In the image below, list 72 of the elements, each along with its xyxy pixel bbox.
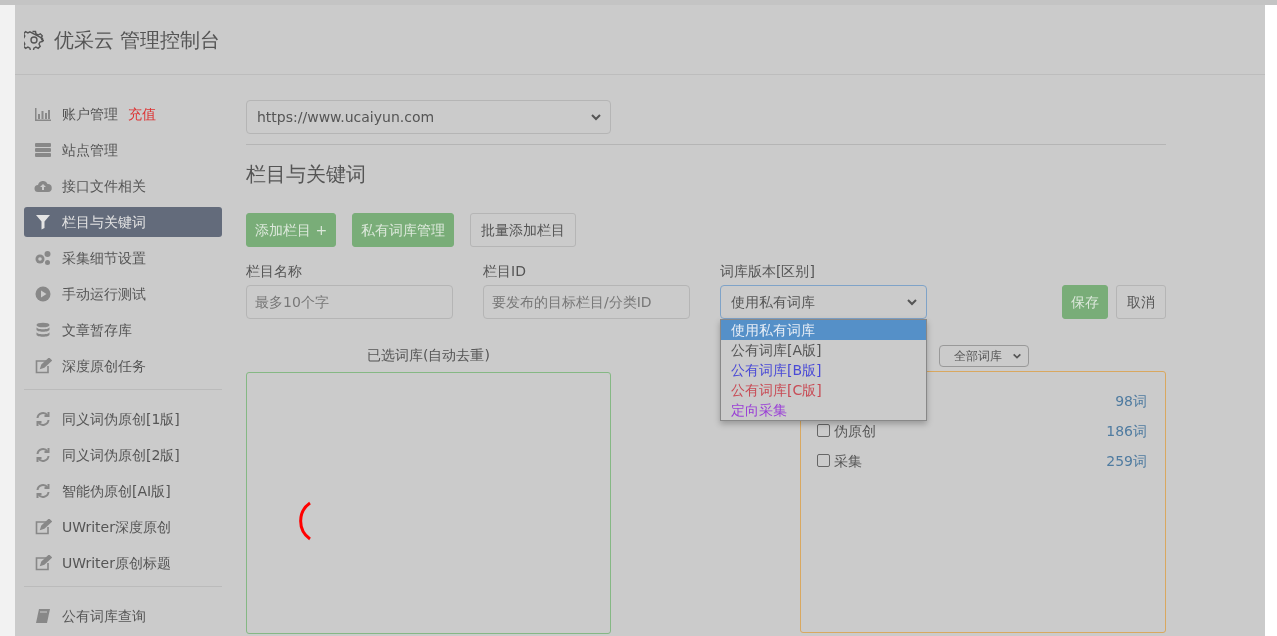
caret-icon bbox=[906, 296, 918, 308]
sidebar-label: 同义词伪原创[1版] bbox=[62, 409, 180, 429]
panel-title: 已选词库(自动去重) bbox=[366, 346, 491, 365]
refresh-icon bbox=[34, 411, 52, 427]
sidebar-item[interactable]: 深度原创任务 bbox=[24, 351, 222, 381]
refresh-icon bbox=[34, 447, 52, 463]
sidebar-item[interactable]: 同义词伪原创[1版] bbox=[24, 404, 222, 434]
toolbar-button[interactable]: 批量添加栏目 bbox=[470, 213, 577, 247]
recharge-link[interactable]: 充值 bbox=[128, 103, 156, 125]
sidebar-item[interactable]: 站点管理 bbox=[24, 135, 222, 165]
sidebar-label: 同义词伪原创[2版] bbox=[62, 445, 180, 465]
id-input[interactable]: 要发布的目标栏目/分类ID bbox=[483, 285, 690, 319]
sidebar-item[interactable]: UWriter深度原创 bbox=[24, 512, 222, 542]
sidebar-label: 公有词库查询 bbox=[62, 606, 146, 626]
word-count[interactable]: 98词 bbox=[1115, 390, 1147, 412]
book-icon bbox=[34, 608, 52, 624]
checkbox[interactable] bbox=[817, 423, 830, 437]
field-label: 栏目名称 bbox=[246, 262, 303, 281]
sidebar-item[interactable]: 文章暂存库 bbox=[24, 315, 222, 345]
dropdown-option[interactable]: 公有词库[A版] bbox=[721, 340, 926, 360]
settings-icon[interactable] bbox=[24, 29, 44, 50]
dropdown-option[interactable]: 定向采集 bbox=[721, 400, 926, 420]
sidebar-label: UWriter原创标题 bbox=[62, 553, 171, 573]
database-icon bbox=[34, 322, 52, 338]
caret-icon bbox=[1012, 351, 1022, 361]
sidebar-item[interactable]: 接口文件相关 bbox=[24, 171, 222, 201]
dropdown-option[interactable]: 公有词库[C版] bbox=[721, 380, 926, 400]
sidebar-item[interactable]: 公有词库查询 bbox=[24, 601, 222, 631]
edit-icon bbox=[34, 519, 52, 535]
sidebar-item[interactable]: UWriter原创标题 bbox=[24, 548, 222, 578]
dropdown-option[interactable]: 使用私有词库 bbox=[721, 320, 926, 340]
library-filter-select[interactable]: 全部词库 bbox=[939, 345, 1029, 367]
sidebar-label: 智能伪原创[AI版] bbox=[62, 481, 171, 501]
sidebar-label: 账户管理 bbox=[62, 104, 118, 124]
sidebar-label: 文章暂存库 bbox=[62, 320, 132, 340]
edit-icon bbox=[34, 358, 52, 374]
sidebar-label: 站点管理 bbox=[62, 140, 118, 160]
cloud-upload-icon bbox=[34, 178, 52, 194]
library-name: 伪原创 bbox=[834, 422, 876, 439]
play-icon bbox=[34, 286, 52, 302]
sidebar-label: 采集细节设置 bbox=[62, 248, 146, 268]
sidebar-label: UWriter深度原创 bbox=[62, 517, 171, 537]
sidebar-label: 栏目与关键词 bbox=[62, 212, 146, 232]
field-label: 词库版本[区别] bbox=[720, 262, 816, 281]
sidebar-label: 手动运行测试 bbox=[62, 284, 146, 304]
bar-chart-icon bbox=[34, 106, 52, 122]
library-name: 采集 bbox=[834, 452, 862, 469]
site-select[interactable]: https://www.ucaiyun.com bbox=[246, 100, 611, 134]
caret-icon bbox=[590, 111, 602, 123]
server-icon bbox=[34, 142, 52, 158]
sidebar-item[interactable]: 同义词伪原创[2版] bbox=[24, 440, 222, 470]
cancel-button[interactable]: 取消 bbox=[1116, 285, 1166, 319]
refresh-icon bbox=[34, 483, 52, 499]
edit-icon bbox=[34, 555, 52, 571]
sidebar-label: 接口文件相关 bbox=[62, 176, 146, 196]
word-count[interactable]: 186词 bbox=[1106, 420, 1147, 442]
filter-icon bbox=[34, 214, 52, 230]
sidebar-item[interactable]: 手动运行测试 bbox=[24, 279, 222, 309]
sidebar-item[interactable]: 账户管理 充值 bbox=[24, 99, 222, 129]
gears-icon bbox=[34, 250, 52, 266]
field-label: 栏目ID bbox=[483, 262, 527, 281]
word-count[interactable]: 259词 bbox=[1106, 450, 1147, 472]
checkbox[interactable] bbox=[817, 453, 830, 467]
version-select[interactable]: 使用私有词库 bbox=[720, 285, 927, 319]
sidebar-item[interactable]: 采集细节设置 bbox=[24, 243, 222, 273]
sidebar-item[interactable]: 栏目与关键词 bbox=[24, 207, 222, 237]
section-heading: 栏目与关键词 bbox=[246, 161, 367, 188]
app-title: 优采云 管理控制台 bbox=[54, 26, 221, 54]
name-input[interactable]: 最多10个字 bbox=[246, 285, 453, 319]
sidebar-item[interactable]: 智能伪原创[AI版] bbox=[24, 476, 222, 506]
sidebar-label: 深度原创任务 bbox=[62, 356, 146, 376]
dropdown-option[interactable]: 公有词库[B版] bbox=[721, 360, 926, 380]
